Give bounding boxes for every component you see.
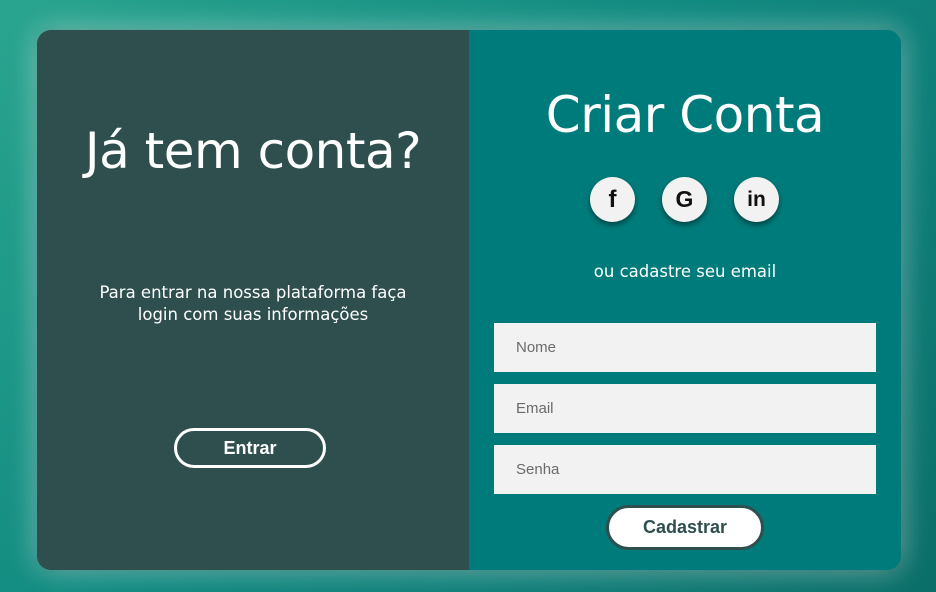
auth-card: Já tem conta? Para entrar na nossa plata… <box>37 30 901 570</box>
linkedin-icon: in <box>747 187 766 211</box>
signup-alt-text: ou cadastre seu email <box>593 262 777 281</box>
login-button[interactable]: Entrar <box>174 428 326 468</box>
signup-title: Criar Conta <box>545 86 825 144</box>
social-buttons: f G in <box>590 177 779 222</box>
name-input[interactable] <box>494 323 876 372</box>
google-button[interactable]: G <box>662 177 707 222</box>
facebook-button[interactable]: f <box>590 177 635 222</box>
signup-button[interactable]: Cadastrar <box>606 505 764 550</box>
linkedin-button[interactable]: in <box>734 177 779 222</box>
facebook-icon: f <box>608 185 617 213</box>
google-icon: G <box>675 186 694 212</box>
password-input[interactable] <box>494 445 876 494</box>
login-panel: Já tem conta? Para entrar na nossa plata… <box>37 30 469 570</box>
signup-panel: Criar Conta f G in ou cadastre seu email… <box>469 30 901 570</box>
email-input[interactable] <box>494 384 876 433</box>
login-description: Para entrar na nossa plataforma faça log… <box>99 283 407 324</box>
login-title: Já tem conta? <box>84 122 422 180</box>
